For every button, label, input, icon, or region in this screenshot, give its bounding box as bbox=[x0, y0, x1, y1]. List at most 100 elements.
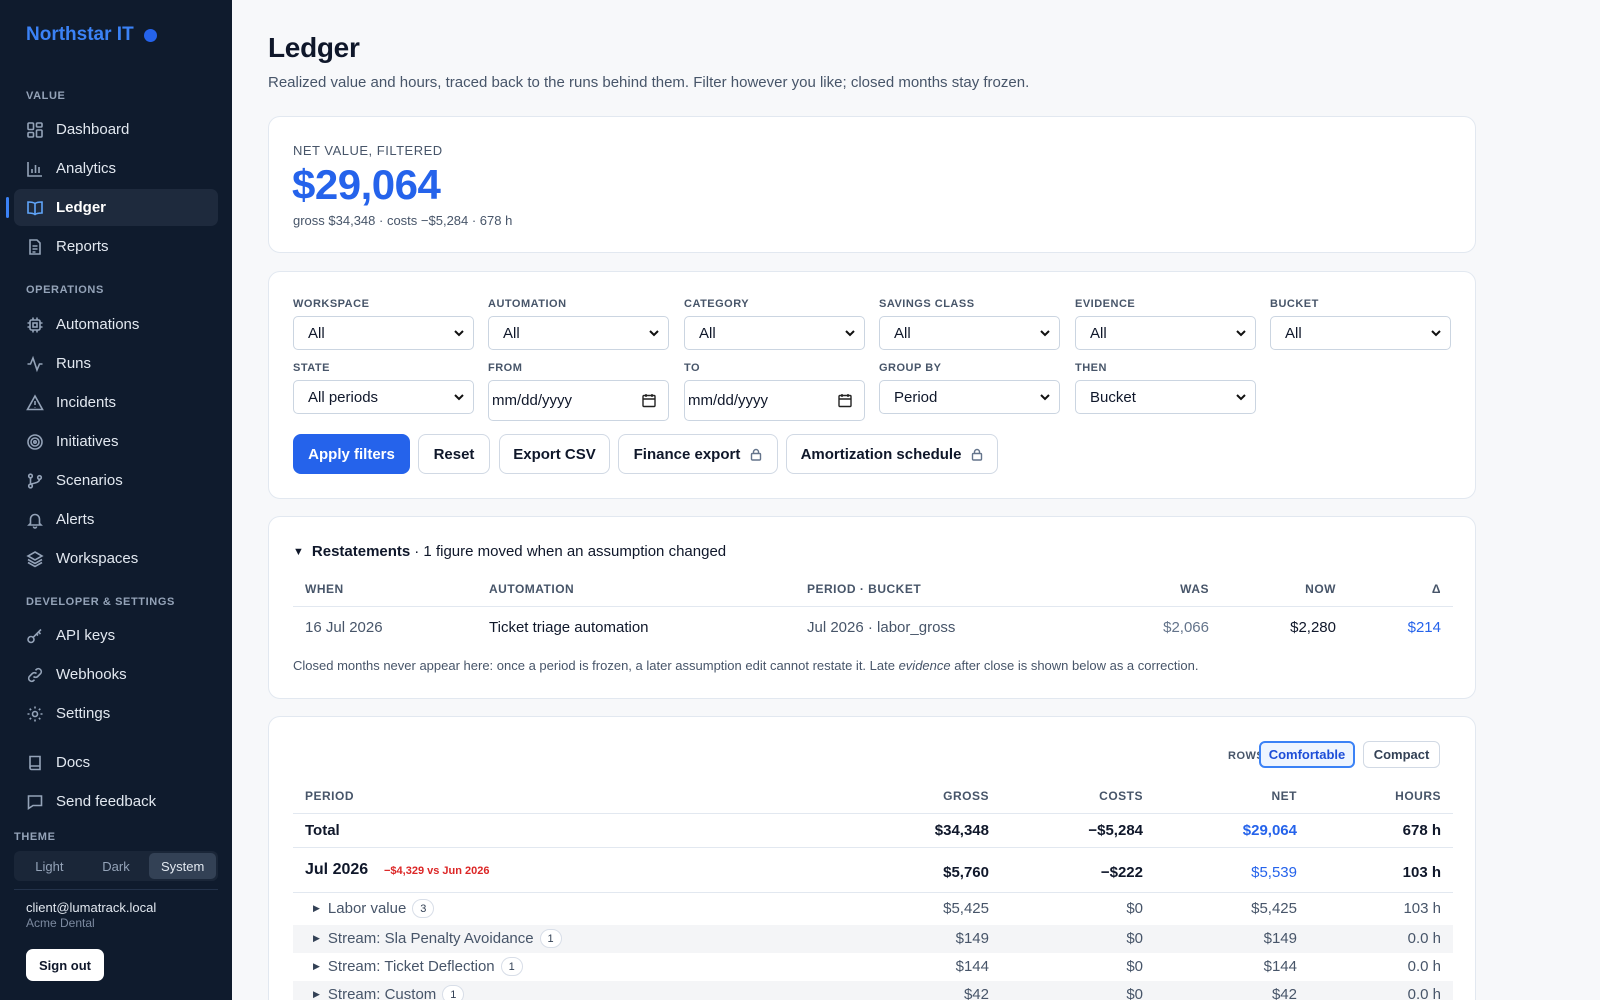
density-comfortable-button[interactable]: Comfortable bbox=[1259, 741, 1355, 768]
export-csv-button[interactable]: Export CSV bbox=[499, 434, 610, 474]
col-was: WAS bbox=[1180, 582, 1209, 596]
sidebar-item-settings[interactable]: Settings bbox=[14, 695, 218, 732]
apply-filters-button[interactable]: Apply filters bbox=[293, 434, 410, 474]
sidebar-item-reports[interactable]: Reports bbox=[14, 228, 218, 265]
restatements-toggle[interactable]: ▼ Restatements · 1 figure moved when an … bbox=[293, 543, 726, 560]
sidebar-item-ledger[interactable]: Ledger bbox=[6, 189, 218, 226]
sidebar-item-webhooks[interactable]: Webhooks bbox=[14, 656, 218, 693]
col-now: NOW bbox=[1305, 582, 1336, 596]
restatement-now: $2,280 bbox=[1290, 619, 1336, 636]
lock-icon bbox=[972, 448, 983, 461]
savings-class-select[interactable]: All bbox=[879, 316, 1060, 350]
sidebar-item-scenarios[interactable]: Scenarios bbox=[14, 462, 218, 499]
child-label-cell: ▶ Labor value 3 bbox=[313, 899, 435, 918]
count-badge: 3 bbox=[412, 899, 435, 918]
sidebar-item-workspaces[interactable]: Workspaces bbox=[14, 540, 218, 577]
group-by-label: GROUP BY bbox=[879, 362, 942, 374]
col-period: PERIOD bbox=[305, 789, 355, 803]
filter-card: WORKSPACE All AUTOMATION All CATEGORY Al… bbox=[268, 271, 1476, 499]
then-select-value: Bucket bbox=[1090, 388, 1136, 406]
gear-icon bbox=[26, 705, 44, 723]
automation-select[interactable]: All bbox=[488, 316, 669, 350]
calendar-icon[interactable] bbox=[838, 393, 852, 408]
evidence-select[interactable]: All bbox=[1075, 316, 1256, 350]
caret-right-icon: ▶ bbox=[313, 903, 320, 913]
workspace-select[interactable]: All bbox=[293, 316, 474, 350]
col-delta: Δ bbox=[1431, 582, 1441, 596]
layers-icon bbox=[26, 550, 44, 568]
theme-option-light[interactable]: Light bbox=[16, 853, 83, 879]
restatements-note: Closed months never appear here: once a … bbox=[293, 658, 1198, 673]
restatements-card: ▼ Restatements · 1 figure moved when an … bbox=[268, 516, 1476, 699]
nav-section-operations: OPERATIONS bbox=[26, 284, 104, 296]
sidebar-item-initiatives[interactable]: Initiatives bbox=[14, 423, 218, 460]
sidebar-item-docs[interactable]: Docs bbox=[14, 744, 218, 781]
sidebar-item-api-keys[interactable]: API keys bbox=[14, 617, 218, 654]
sidebar-item-label: Runs bbox=[56, 355, 92, 372]
to-date-input[interactable]: mm/dd/yyyy bbox=[684, 380, 865, 421]
sidebar-item-label: Analytics bbox=[56, 160, 117, 177]
state-select[interactable]: All periods bbox=[293, 380, 474, 414]
chevron-down-icon bbox=[1236, 330, 1246, 337]
child-label: Stream: Sla Penalty Avoidance bbox=[327, 930, 534, 947]
workspace-filter-label: WORKSPACE bbox=[293, 298, 370, 310]
chevron-down-icon bbox=[1236, 394, 1246, 401]
reset-button[interactable]: Reset bbox=[418, 434, 490, 474]
sidebar-item-automations[interactable]: Automations bbox=[14, 306, 218, 343]
count-badge: 1 bbox=[500, 957, 523, 976]
theme-option-system[interactable]: System bbox=[149, 853, 217, 879]
col-hours: HOURS bbox=[1395, 789, 1441, 803]
sidebar-item-label: Incidents bbox=[56, 394, 117, 411]
calendar-icon[interactable] bbox=[642, 393, 656, 408]
sidebar-item-incidents[interactable]: Incidents bbox=[14, 384, 218, 421]
sidebar-item-label: Send feedback bbox=[56, 793, 157, 810]
chevron-down-icon bbox=[1040, 394, 1050, 401]
table-divider bbox=[293, 847, 1453, 848]
sidebar-item-label: API keys bbox=[56, 627, 116, 644]
book-closed-icon bbox=[26, 754, 44, 772]
sidebar-item-dashboard[interactable]: Dashboard bbox=[14, 111, 218, 148]
count-badge: 1 bbox=[539, 929, 562, 948]
amortization-schedule-button[interactable]: Amortization schedule bbox=[786, 434, 998, 474]
state-select-value: All periods bbox=[308, 388, 379, 406]
category-select[interactable]: All bbox=[684, 316, 865, 350]
chevron-down-icon bbox=[454, 394, 464, 401]
sidebar-item-send-feedback[interactable]: Send feedback bbox=[14, 783, 218, 820]
from-date-input[interactable]: mm/dd/yyyy bbox=[488, 380, 669, 421]
restatement-delta: $214 bbox=[1407, 619, 1441, 636]
bar-chart-icon bbox=[26, 160, 44, 178]
sidebar-item-alerts[interactable]: Alerts bbox=[14, 501, 218, 538]
child-costs: $0 bbox=[1126, 930, 1143, 947]
activity-icon bbox=[26, 355, 44, 373]
group-by-select[interactable]: Period bbox=[879, 380, 1060, 414]
child-costs: $0 bbox=[1126, 958, 1143, 975]
bucket-select[interactable]: All bbox=[1270, 316, 1451, 350]
finance-export-button[interactable]: Finance export bbox=[618, 434, 778, 474]
state-filter-label: STATE bbox=[293, 362, 330, 374]
then-select[interactable]: Bucket bbox=[1075, 380, 1256, 414]
chevron-down-icon bbox=[649, 330, 659, 337]
brand-logo[interactable]: Northstar IT bbox=[26, 24, 157, 46]
density-compact-button[interactable]: Compact bbox=[1363, 741, 1440, 768]
evidence-filter-label: EVIDENCE bbox=[1075, 298, 1136, 310]
sidebar-item-analytics[interactable]: Analytics bbox=[14, 150, 218, 187]
sidebar-item-label: Webhooks bbox=[56, 666, 127, 683]
period-net: $5,539 bbox=[1251, 864, 1297, 881]
theme-option-dark[interactable]: Dark bbox=[83, 853, 150, 879]
finance-export-label: Finance export bbox=[633, 445, 741, 463]
child-net: $5,425 bbox=[1251, 900, 1297, 917]
period-costs: −$222 bbox=[1100, 864, 1143, 881]
note-text-end: after close is shown below as a correcti… bbox=[950, 658, 1199, 673]
then-label: THEN bbox=[1075, 362, 1107, 374]
automation-filter-label: AUTOMATION bbox=[488, 298, 567, 310]
child-hours: 103 h bbox=[1403, 900, 1441, 917]
sidebar-item-label: Ledger bbox=[56, 199, 107, 216]
sign-out-button[interactable]: Sign out bbox=[26, 949, 104, 981]
sidebar-item-runs[interactable]: Runs bbox=[14, 345, 218, 382]
col-gross: GROSS bbox=[943, 789, 989, 803]
automation-select-value: All bbox=[503, 324, 520, 342]
restatements-summary: · 1 figure moved when an assumption chan… bbox=[414, 543, 727, 560]
sidebar-item-label: Dashboard bbox=[56, 121, 130, 138]
child-net: $144 bbox=[1263, 958, 1297, 975]
git-branch-icon bbox=[26, 472, 44, 490]
